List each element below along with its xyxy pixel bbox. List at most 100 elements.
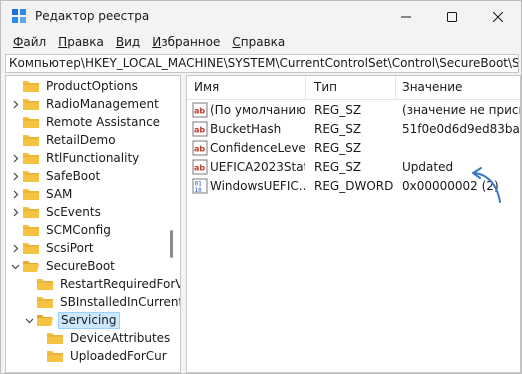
column-header-type[interactable]: Тип	[314, 80, 337, 94]
address-bar[interactable]: Компьютер\HKEY_LOCAL_MACHINE\SYSTEM\Curr…	[5, 54, 519, 73]
menu-help[interactable]: Справка	[226, 35, 291, 49]
tree-item[interactable]: SecureBoot	[11, 257, 117, 275]
chevron-right-icon[interactable]	[10, 243, 20, 253]
menu-file[interactable]: Файл	[7, 35, 52, 49]
maximize-button[interactable]	[429, 1, 475, 32]
maximize-icon	[447, 11, 457, 22]
tree-item-label: ScEvents	[46, 205, 101, 219]
minimize-icon	[401, 16, 411, 17]
list-header: Имя Тип Значение	[187, 76, 520, 100]
close-icon	[493, 11, 503, 22]
folder-icon	[47, 333, 63, 344]
tree-item[interactable]: SBInstalledInCurrent	[36, 293, 181, 311]
menu-edit-label: равка	[67, 35, 104, 49]
folder-open-icon	[23, 261, 39, 272]
chevron-right-icon[interactable]	[10, 153, 20, 163]
tree-item[interactable]: SafeBoot	[13, 167, 102, 185]
tree-item-label: SCMConfig	[46, 223, 111, 237]
svg-text:ab: ab	[194, 164, 205, 173]
tree-item[interactable]: RestartRequiredForV	[36, 275, 181, 293]
chevron-right-icon[interactable]	[10, 189, 20, 199]
value-name: UEFICA2023Status	[210, 160, 305, 174]
folder-open-icon	[37, 315, 53, 326]
folder-icon	[23, 225, 39, 236]
tree-item-label: RadioManagement	[46, 97, 159, 111]
tree-item[interactable]: UploadedForCur	[46, 347, 169, 365]
tree-item-label: ProductOptions	[46, 79, 138, 93]
tree-item-label: RtlFunctionality	[46, 151, 140, 165]
value-data: (значение не присвое	[402, 103, 520, 117]
value-row[interactable]: ab BucketHash REG_SZ 51f0e0d6d9ed83ba27el	[187, 120, 520, 139]
value-name: WindowsUEFIC...	[210, 179, 305, 193]
folder-icon	[23, 99, 39, 110]
tree-item-label: SAM	[46, 187, 73, 201]
value-data: 51f0e0d6d9ed83ba27el	[402, 122, 520, 136]
tree-item[interactable]: Servicing	[25, 311, 120, 329]
folder-icon	[47, 351, 63, 362]
column-header-name[interactable]: Имя	[194, 80, 219, 94]
minimize-button[interactable]	[383, 1, 429, 32]
tree-scrollbar-thumb[interactable]	[170, 230, 173, 258]
value-type: REG_SZ	[314, 122, 362, 136]
dword-value-icon: 0110	[192, 178, 208, 194]
string-value-icon: ab	[192, 140, 208, 156]
folder-icon	[23, 243, 39, 254]
menu-help-accel: С	[232, 35, 241, 49]
tree-item[interactable]: SCMConfig	[22, 221, 113, 239]
folder-icon	[23, 171, 39, 182]
column-divider[interactable]	[395, 76, 396, 100]
chevron-right-icon[interactable]	[10, 171, 20, 181]
close-button[interactable]	[475, 1, 521, 32]
menu-favorites-accel: И	[152, 35, 162, 49]
window-title: Редактор реестра	[35, 9, 150, 23]
tree-item-label: Remote Assistance	[46, 115, 161, 129]
value-name: ConfidenceLevel	[210, 141, 305, 155]
tree-item-label: SafeBoot	[46, 169, 101, 183]
value-type: REG_DWORD	[314, 179, 394, 193]
tree-item-label: Servicing	[58, 311, 120, 329]
tree-item[interactable]: SAM	[13, 185, 74, 203]
registry-editor-app-icon	[12, 9, 26, 23]
values-list-pane[interactable]: Имя Тип Значение ab (По умолчанию) REG_SZ (…	[186, 75, 521, 373]
menu-bar: Файл Правка Вид Избранное Справка	[1, 32, 521, 52]
tree-item[interactable]: ScsiPort	[13, 239, 96, 257]
folder-icon	[23, 207, 39, 218]
menu-file-accel: Ф	[13, 35, 24, 49]
menu-file-label: айл	[23, 35, 47, 49]
column-divider[interactable]	[305, 76, 306, 100]
value-type: REG_SZ	[314, 141, 362, 155]
value-type: REG_SZ	[314, 160, 362, 174]
svg-text:ab: ab	[194, 145, 205, 154]
tree-item[interactable]: ScEvents	[13, 203, 103, 221]
tree-item[interactable]: RadioManagement	[13, 95, 161, 113]
menu-edit-accel: П	[58, 35, 68, 49]
svg-text:ab: ab	[194, 126, 205, 135]
folder-icon	[23, 153, 39, 164]
key-tree-pane[interactable]: ProductOptions RadioManagement Remote Assi…	[5, 75, 181, 373]
string-value-icon: ab	[192, 121, 208, 137]
tree-item-label: RestartRequiredForV	[60, 277, 181, 291]
menu-favorites-label: збранное	[161, 35, 221, 49]
title-bar[interactable]: Редактор реестра	[1, 1, 521, 32]
folder-icon	[23, 189, 39, 200]
menu-view[interactable]: Вид	[110, 35, 146, 49]
chevron-down-icon[interactable]	[24, 315, 34, 325]
tree-item[interactable]: RetailDemo	[22, 131, 118, 149]
tree-item[interactable]: Remote Assistance	[22, 113, 162, 131]
registry-editor-window: Редактор реестра Файл Правка Вид Избранн…	[0, 0, 522, 374]
tree-item[interactable]: ProductOptions	[22, 77, 140, 95]
value-type: REG_SZ	[314, 103, 362, 117]
tree-item-label: SBInstalledInCurrent	[60, 295, 181, 309]
tree-item-label: DeviceAttributes	[70, 331, 171, 345]
tree-item[interactable]: DeviceAttributes	[46, 329, 172, 347]
column-header-data[interactable]: Значение	[402, 80, 462, 94]
chevron-down-icon[interactable]	[10, 261, 20, 271]
menu-edit[interactable]: Правка	[52, 35, 110, 49]
chevron-right-icon[interactable]	[10, 99, 20, 109]
value-row[interactable]: ab ConfidenceLevel REG_SZ	[187, 139, 520, 158]
tree-item-label: SecureBoot	[46, 259, 115, 273]
menu-favorites[interactable]: Избранное	[146, 35, 226, 49]
tree-item[interactable]: RtlFunctionality	[13, 149, 141, 167]
chevron-right-icon[interactable]	[10, 207, 20, 217]
value-row[interactable]: ab (По умолчанию) REG_SZ (значение не присв…	[187, 101, 520, 120]
